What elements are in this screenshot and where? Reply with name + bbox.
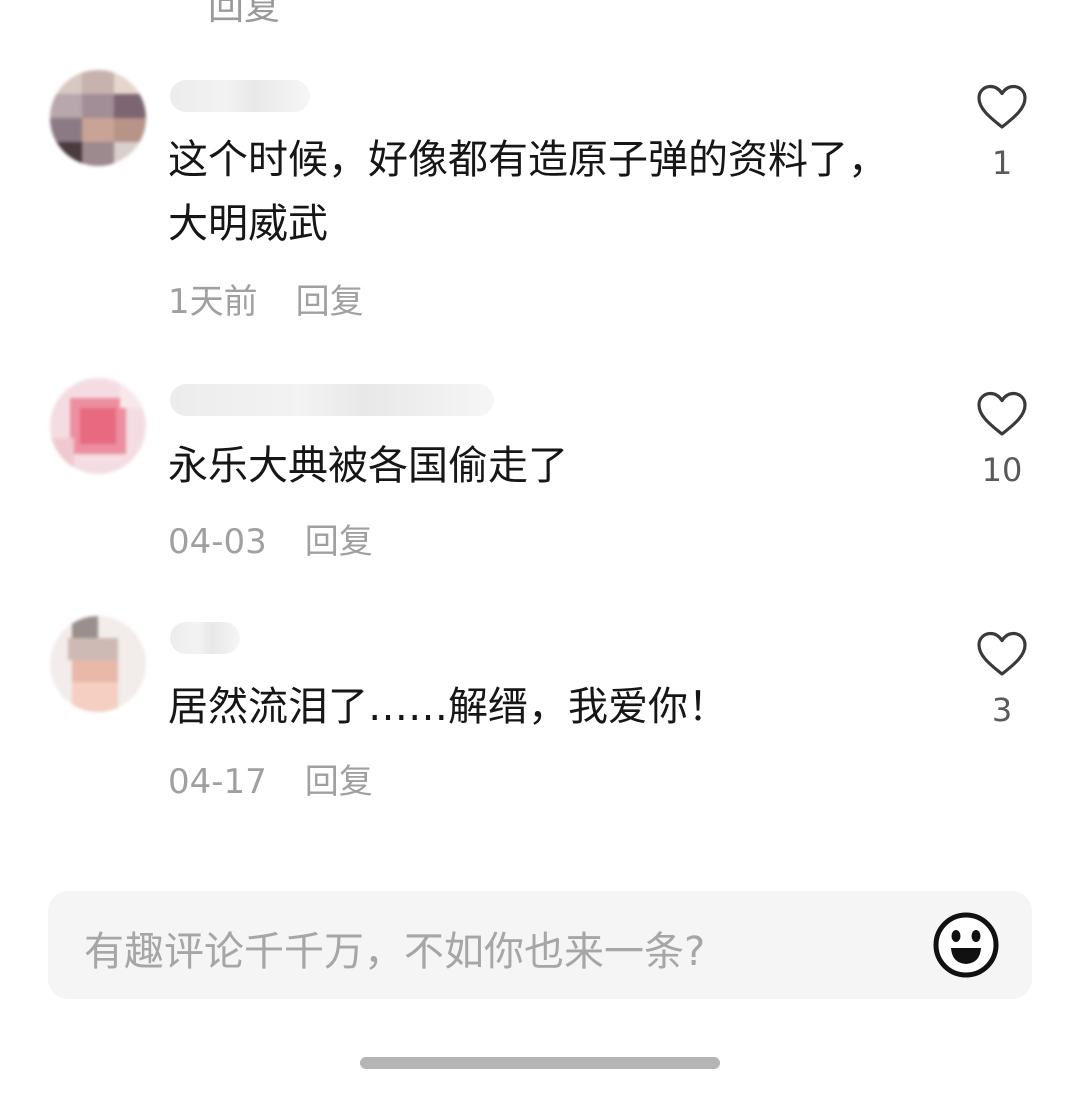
comment-meta: 04-03 回复 (168, 514, 373, 563)
comment-time: 1天前 (168, 282, 258, 322)
avatar[interactable] (50, 378, 146, 474)
like-count: 10 (981, 451, 1023, 489)
comment-time: 04-03 (168, 522, 267, 562)
heart-outline-icon (977, 84, 1027, 129)
avatar[interactable] (50, 70, 146, 166)
previous-comment-meta: 回复 (168, 0, 280, 30)
reply-button[interactable]: 回复 (296, 282, 364, 322)
comment-text: 这个时候，好像都有造原子弹的资料了，大明威武 (168, 137, 888, 247)
like-button[interactable]: 3 (960, 631, 1044, 729)
emoji-button[interactable] (932, 911, 1000, 983)
comment-meta: 04-17 回复 (168, 754, 373, 803)
like-button[interactable]: 1 (960, 84, 1044, 182)
reply-button[interactable]: 回复 (208, 0, 280, 28)
comment-time: 04-17 (168, 762, 267, 802)
like-count: 1 (991, 144, 1013, 182)
comment-meta: 1天前 回复 (168, 274, 364, 323)
comment-input[interactable]: 有趣评论千千万，不如你也来一条? (84, 919, 705, 977)
like-count: 3 (991, 691, 1013, 729)
username[interactable] (170, 80, 310, 112)
like-button[interactable]: 10 (960, 391, 1044, 489)
avatar[interactable] (50, 616, 146, 712)
username[interactable] (170, 622, 240, 654)
comment-text: 居然流泪了……解缙，我爱你！ (168, 684, 728, 730)
comment-input-bar[interactable]: 有趣评论千千万，不如你也来一条? (48, 891, 1032, 999)
heart-outline-icon (977, 631, 1027, 676)
smiley-icon (933, 912, 999, 978)
reply-button[interactable]: 回复 (305, 762, 373, 802)
heart-outline-icon (977, 391, 1027, 436)
username[interactable] (170, 384, 494, 416)
reply-button[interactable]: 回复 (305, 522, 373, 562)
home-indicator[interactable] (360, 1057, 720, 1069)
comment-text: 永乐大典被各国偷走了 (168, 443, 568, 489)
